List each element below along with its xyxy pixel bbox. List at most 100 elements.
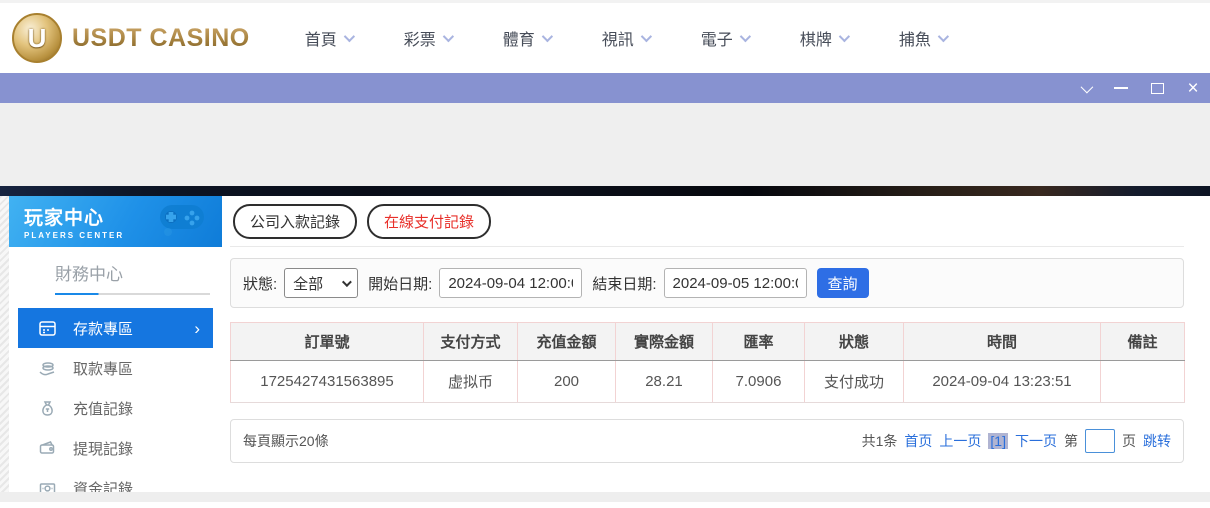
jump-suffix-text: 页 <box>1122 433 1136 449</box>
sidebar-header: 玩家中心 PLAYERS CENTER <box>9 196 222 247</box>
sidebar-item-withdrawal-record[interactable]: 提現記錄 <box>18 428 213 468</box>
nav-label: 捕魚 <box>898 32 931 49</box>
chevron-down-icon <box>343 30 355 43</box>
window-dropdown-button[interactable] <box>1074 77 1096 99</box>
pagination-bar: 每頁顯示20條 共1条 首页 上一页 [1] 下一页 第 页 跳转 <box>230 419 1184 463</box>
sidebar-item-label: 存款專區 <box>73 320 134 338</box>
nav-label: 棋牌 <box>799 32 832 49</box>
hand-money-icon <box>37 358 57 378</box>
col-time: 時間 <box>903 322 1101 361</box>
cell-payment-method: 虚拟币 <box>423 360 518 403</box>
nav-item-slots[interactable]: 電子 <box>700 26 751 50</box>
nav-label: 彩票 <box>403 32 436 49</box>
col-payment-method: 支付方式 <box>423 322 518 361</box>
nav-label: 視訊 <box>601 32 634 49</box>
main-nav: 首頁 彩票 體育 視訊 電子 棋牌 捕魚 <box>304 26 949 50</box>
jump-prefix-text: 第 <box>1064 433 1078 449</box>
cell-recharge-amount: 200 <box>517 360 616 403</box>
nav-item-home[interactable]: 首頁 <box>304 26 355 50</box>
chevron-down-icon <box>342 276 353 287</box>
chevron-down-icon <box>838 30 850 43</box>
nav-item-live[interactable]: 視訊 <box>601 26 652 50</box>
pagination-controls: 共1条 首页 上一页 [1] 下一页 第 页 跳转 <box>862 429 1171 453</box>
nav-label: 電子 <box>700 32 733 49</box>
logo-coin-icon: U <box>12 13 62 63</box>
jump-button[interactable]: 跳转 <box>1143 431 1171 451</box>
site-header: U USDT CASINO 首頁 彩票 體育 視訊 電子 棋牌 捕魚 <box>0 3 1210 73</box>
chevron-down-icon <box>640 30 652 43</box>
cell-order-number: 1725427431563895 <box>230 360 424 403</box>
wallet-icon <box>37 438 57 458</box>
end-date-input[interactable] <box>663 268 807 298</box>
start-date-input[interactable] <box>439 268 583 298</box>
sidebar-item-withdraw-area[interactable]: 取款專區 <box>18 348 213 388</box>
sidebar-item-recharge-record[interactable]: 充值記錄 <box>18 388 213 428</box>
window-controls: × <box>1074 73 1204 103</box>
col-exchange-rate: 匯率 <box>712 322 805 361</box>
page-body: 玩家中心 PLAYERS CENTER 財務中心 存款專區 › 取款專區 充值記… <box>0 196 1210 502</box>
col-recharge-amount: 充值金額 <box>517 322 616 361</box>
col-actual-amount: 實際金額 <box>615 322 713 361</box>
chevron-down-icon <box>442 30 454 43</box>
gamepad-icon <box>160 205 204 236</box>
logo-text: USDT CASINO <box>72 23 250 52</box>
window-close-button[interactable]: × <box>1182 77 1204 99</box>
dark-banner <box>0 186 1210 196</box>
window-titlebar: × <box>0 73 1210 103</box>
section-underline <box>55 293 210 295</box>
finance-center-heading: 財務中心 <box>55 265 123 284</box>
end-date-label: 結束日期: <box>592 275 657 293</box>
deposit-card-icon <box>37 318 57 338</box>
nav-item-fishing[interactable]: 捕魚 <box>898 26 949 50</box>
per-page-text: 每頁顯示20條 <box>243 433 329 449</box>
search-button[interactable]: 查詢 <box>816 268 869 298</box>
maximize-icon <box>1150 82 1164 94</box>
chevron-down-icon <box>1080 80 1093 93</box>
tab-company-deposit-record[interactable]: 公司入款記錄 <box>233 203 358 239</box>
total-count-text: 共1条 <box>861 433 898 449</box>
chevron-down-icon <box>541 30 553 43</box>
filter-bar: 狀態: 全部 開始日期: 結束日期: 查詢 <box>230 258 1184 308</box>
minimize-icon <box>1114 87 1128 89</box>
record-tabs: 公司入款記錄 在線支付記錄 <box>230 196 1184 247</box>
nav-label: 首頁 <box>304 32 337 49</box>
close-icon: × <box>1187 77 1199 99</box>
logo-letter: U <box>27 22 47 53</box>
status-select-value: 全部 <box>293 275 324 293</box>
sidebar-item-deposit-area[interactable]: 存款專區 › <box>18 308 213 348</box>
nav-item-lottery[interactable]: 彩票 <box>403 26 454 50</box>
window-minimize-button[interactable] <box>1110 77 1132 99</box>
col-order-number: 訂單號 <box>230 322 424 361</box>
cell-remark <box>1100 360 1185 403</box>
chevron-right-icon: › <box>194 318 200 338</box>
chevron-down-icon <box>937 30 949 43</box>
sidebar: 玩家中心 PLAYERS CENTER 財務中心 存款專區 › 取款專區 充值記… <box>9 196 222 502</box>
sidebar-item-label: 充值記錄 <box>73 400 134 418</box>
nav-item-sports[interactable]: 體育 <box>502 26 553 50</box>
site-logo[interactable]: U USDT CASINO <box>12 13 250 63</box>
next-page-link[interactable]: 下一页 <box>1015 431 1057 451</box>
spacer-zone <box>0 103 1210 186</box>
left-texture-strip <box>0 196 9 502</box>
status-label: 狀態: <box>243 275 278 293</box>
cell-status: 支付成功 <box>804 360 904 403</box>
sidebar-item-label: 提現記錄 <box>73 440 134 458</box>
cell-exchange-rate: 7.0906 <box>712 360 805 403</box>
start-date-label: 開始日期: <box>368 275 433 293</box>
first-page-link[interactable]: 首页 <box>904 431 932 451</box>
status-select[interactable]: 全部 <box>284 268 359 298</box>
nav-item-cards[interactable]: 棋牌 <box>799 26 850 50</box>
bottom-strip <box>0 492 1210 502</box>
table-row: 1725427431563895 虚拟币 200 28.21 7.0906 支付… <box>230 360 1185 403</box>
cell-actual-amount: 28.21 <box>615 360 713 403</box>
tab-online-payment-record[interactable]: 在線支付記錄 <box>367 203 492 239</box>
window-maximize-button[interactable] <box>1146 77 1168 99</box>
prev-page-link[interactable]: 上一页 <box>939 431 981 451</box>
page-jump-input[interactable] <box>1085 429 1115 453</box>
col-remark: 備註 <box>1100 322 1185 361</box>
col-status: 狀態 <box>804 322 904 361</box>
nav-label: 體育 <box>502 32 535 49</box>
sidebar-item-funds-record[interactable]: 資金記錄 <box>18 468 213 508</box>
current-page-indicator[interactable]: [1] <box>988 433 1008 449</box>
table-header-row: 訂單號 支付方式 充值金額 實際金額 匯率 狀態 時間 備註 <box>230 322 1185 361</box>
